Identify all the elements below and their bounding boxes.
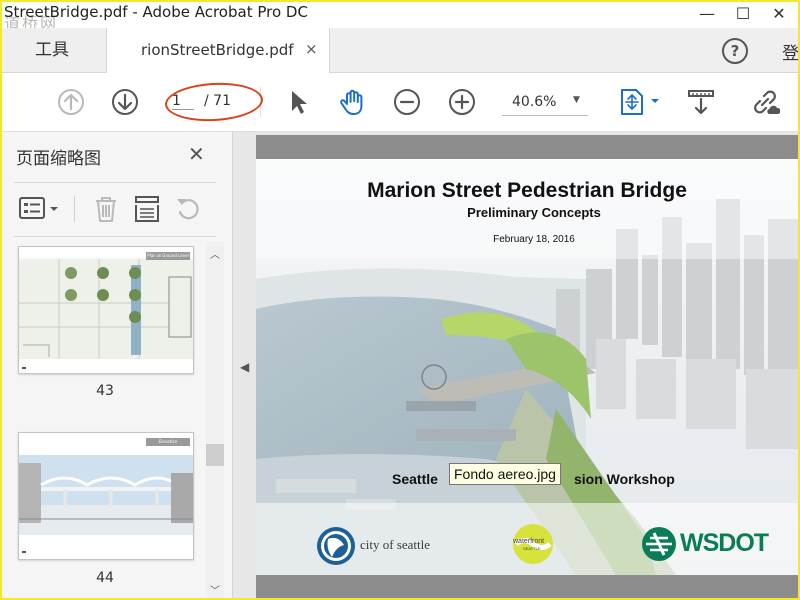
- fit-page-icon[interactable]: [616, 87, 664, 117]
- page-band-top: [256, 135, 798, 159]
- document-subtitle: Preliminary Concepts: [467, 205, 601, 220]
- workshop-left-text: Seattle: [392, 471, 438, 487]
- login-button[interactable]: 登: [782, 39, 798, 64]
- panel-title: 页面缩略图: [16, 149, 101, 169]
- page-thumbnails-panel: 页面缩略图 ✕ Plan at Ground Level 43 Elevatio…: [2, 132, 233, 598]
- page-options-icon[interactable]: [18, 196, 62, 222]
- thumbnail-caption: Elevation: [146, 438, 190, 446]
- scroll-up-icon[interactable]: ︿: [210, 246, 220, 261]
- zoom-select[interactable]: 40.6% ▼: [502, 89, 588, 116]
- chevron-down-icon: ▼: [573, 95, 580, 105]
- workshop-right-text: sion Workshop: [574, 471, 675, 487]
- thumbnail-page-43[interactable]: Plan at Ground Level: [18, 246, 194, 374]
- maximize-button[interactable]: ☐: [726, 2, 760, 28]
- toolbar: 1 / 71 40.6% ▼: [2, 73, 798, 132]
- help-button[interactable]: ?: [722, 38, 748, 64]
- tab-close-button[interactable]: ×: [305, 40, 318, 58]
- rotate-icon[interactable]: [174, 194, 204, 224]
- scrollbar-thumb[interactable]: [206, 444, 224, 466]
- city-of-seattle-logo: [317, 527, 355, 565]
- tooltip: Fondo aereo.jpg: [449, 463, 561, 485]
- document-date: February 18, 2016: [493, 234, 575, 245]
- logo-strip: city of seattle waterfront SEATTLE WSDOT: [256, 509, 798, 575]
- collapse-panel-icon[interactable]: ◀: [240, 360, 249, 374]
- close-window-button[interactable]: ✕: [762, 2, 796, 28]
- next-page-icon[interactable]: [110, 87, 140, 117]
- wsdot-logo: WSDOT: [640, 525, 790, 565]
- tab-tools[interactable]: 工具: [2, 28, 102, 72]
- prev-page-icon[interactable]: [56, 87, 86, 117]
- zoom-in-icon[interactable]: [447, 87, 477, 117]
- thumbnail-caption: Plan at Ground Level: [146, 252, 190, 260]
- scroll-down-icon[interactable]: ﹀: [210, 582, 220, 597]
- scroll-mode-icon[interactable]: [686, 87, 716, 117]
- wsdot-emblem: [642, 527, 676, 561]
- page-number-label: 44: [96, 570, 114, 586]
- waterfront-seattle-text: SEATTLE: [523, 546, 541, 551]
- thumbnail-image: [19, 433, 193, 559]
- page-content: Marion Street Pedestrian Bridge Prelimin…: [256, 159, 798, 575]
- thumbnail-list: Plan at Ground Level 43 Elevation 44: [2, 242, 206, 598]
- thumbnail-scrollbar[interactable]: ︿ ﹀: [206, 242, 224, 598]
- hand-icon[interactable]: [338, 87, 368, 117]
- document-title: Marion Street Pedestrian Bridge: [367, 179, 687, 202]
- wsdot-text: WSDOT: [680, 529, 769, 557]
- tab-bar: 工具 rionStreetBridge.pdf × ? 登: [2, 28, 798, 73]
- zoom-value: 40.6%: [512, 94, 557, 110]
- divider: [14, 236, 216, 237]
- minimize-button[interactable]: —: [690, 2, 724, 28]
- pdf-page: Marion Street Pedestrian Bridge Prelimin…: [256, 135, 798, 598]
- thumbnail-image: [19, 247, 193, 373]
- thumbnail-page-44[interactable]: Elevation: [18, 432, 194, 560]
- zoom-out-icon[interactable]: [392, 87, 422, 117]
- divider: [14, 182, 216, 183]
- title-bar: 道桥网 StreetBridge.pdf - Adobe Acrobat Pro…: [2, 2, 798, 33]
- acrobat-window: 道桥网 StreetBridge.pdf - Adobe Acrobat Pro…: [0, 0, 800, 600]
- city-of-seattle-text: city of seattle: [360, 537, 431, 552]
- select-arrow-icon[interactable]: [284, 87, 314, 117]
- panel-toolbar: [2, 188, 232, 232]
- tab-document-label: rionStreetBridge.pdf: [141, 41, 294, 59]
- tab-document[interactable]: rionStreetBridge.pdf ×: [106, 28, 330, 73]
- extract-icon[interactable]: [133, 194, 161, 224]
- waterfront-text: waterfront: [513, 538, 545, 545]
- page-band-bottom: [256, 576, 798, 598]
- window-title: StreetBridge.pdf - Adobe Acrobat Pro DC: [4, 3, 308, 21]
- panel-close-button[interactable]: ✕: [188, 142, 205, 166]
- share-link-icon[interactable]: [750, 87, 780, 117]
- page-number-label: 43: [96, 383, 114, 399]
- divider: [74, 196, 75, 222]
- delete-icon[interactable]: [92, 194, 120, 224]
